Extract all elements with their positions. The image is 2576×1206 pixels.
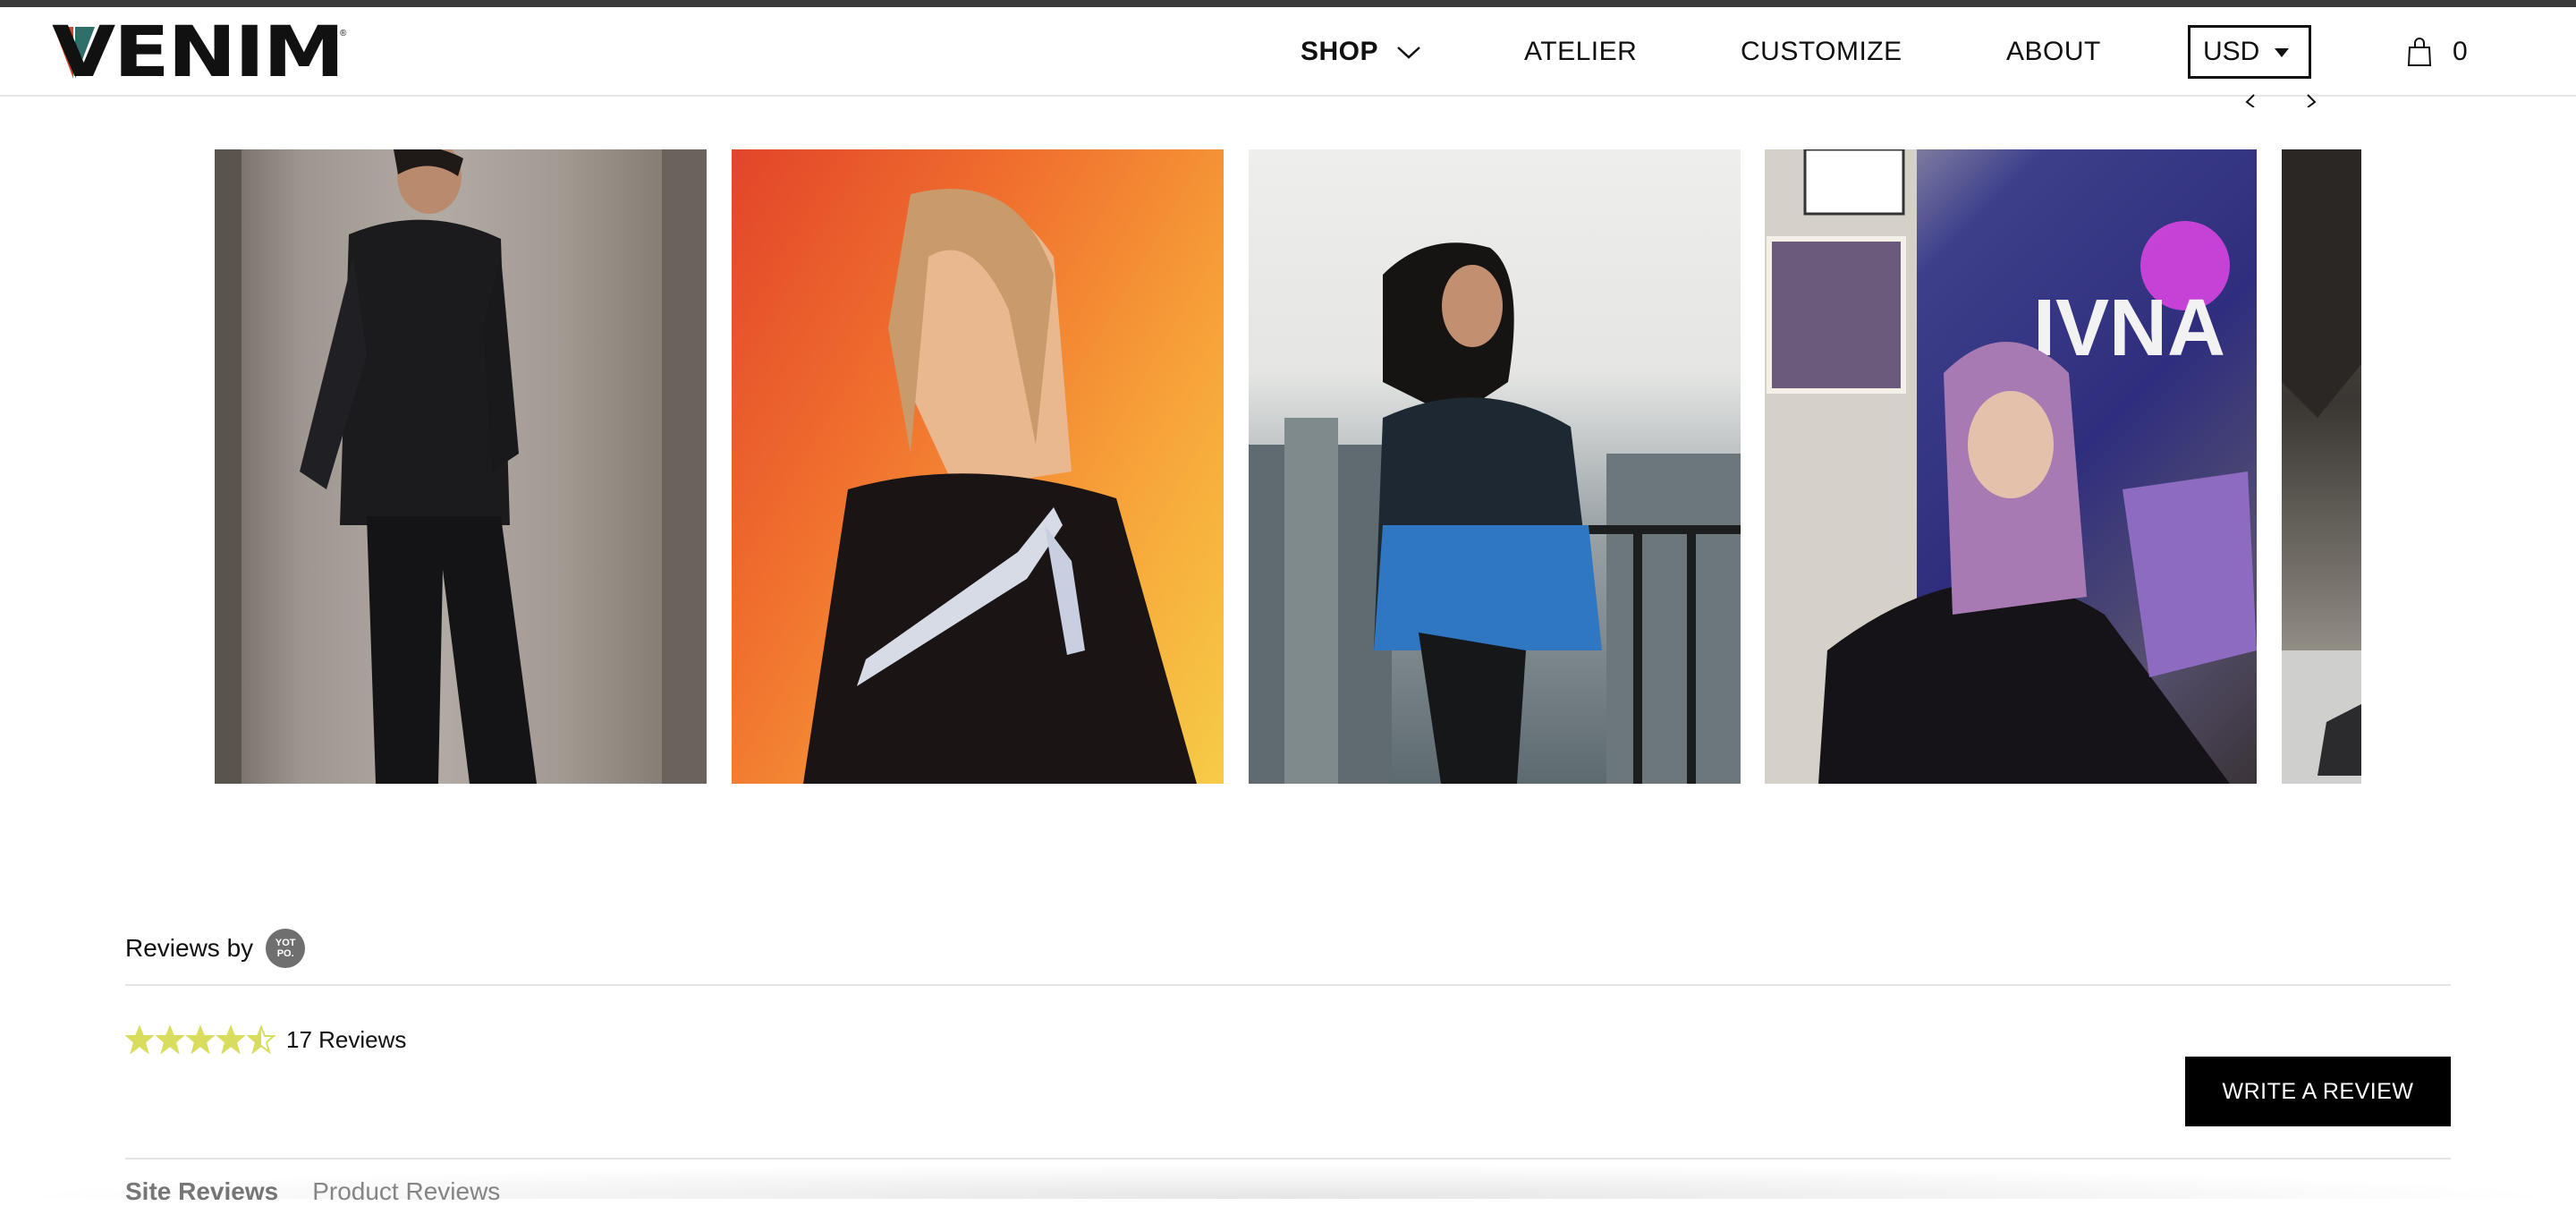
cart-button[interactable]: 0 bbox=[2406, 32, 2468, 72]
rating-summary[interactable]: 17 Reviews bbox=[125, 1023, 406, 1056]
star-icon bbox=[125, 1025, 154, 1054]
carousel-next-icon bbox=[2307, 94, 2317, 107]
nav-shop-label: SHOP bbox=[1301, 37, 1378, 66]
photo-figure bbox=[215, 149, 707, 784]
star-icon bbox=[156, 1025, 184, 1054]
gallery-photo-4[interactable]: IVNA bbox=[1765, 149, 2257, 784]
photo-figure bbox=[803, 189, 1197, 784]
reviews-by-label: Reviews by bbox=[125, 934, 254, 962]
poster-lettering: IVNA bbox=[2033, 284, 2225, 373]
site-header: VENIM ® SHOP ATELIER CUSTOMIZE ABOUT USD… bbox=[0, 7, 2576, 97]
shopping-bag-icon bbox=[2407, 38, 2432, 66]
cart-count: 0 bbox=[2453, 37, 2468, 66]
currency-value: USD bbox=[2203, 37, 2260, 66]
nav-atelier[interactable]: ATELIER bbox=[1524, 34, 1637, 70]
nav-shop[interactable]: SHOP bbox=[1301, 34, 1421, 70]
divider bbox=[125, 984, 2451, 986]
chevron-down-icon bbox=[1397, 47, 1421, 59]
photo-figure bbox=[1249, 242, 1741, 784]
photo-figure bbox=[2282, 149, 2361, 784]
caret-down-icon bbox=[2275, 48, 2289, 57]
tab-product-reviews[interactable]: Product Reviews bbox=[312, 1177, 500, 1206]
star-icon bbox=[216, 1025, 245, 1054]
window-top-border bbox=[0, 0, 2576, 7]
write-review-button[interactable]: WRITE A REVIEW bbox=[2185, 1057, 2451, 1126]
star-rating bbox=[125, 1025, 277, 1054]
gallery-photo-5[interactable] bbox=[2282, 149, 2361, 784]
star-icon bbox=[247, 1025, 275, 1054]
gallery-photo-1[interactable] bbox=[215, 149, 707, 784]
reviews-by-heading: Reviews by YOT PO. bbox=[125, 929, 306, 968]
gallery-photo-3[interactable] bbox=[1249, 149, 1741, 784]
star-icon bbox=[186, 1025, 215, 1054]
gallery-photo-2[interactable] bbox=[732, 149, 1224, 784]
review-count: 17 Reviews bbox=[286, 1025, 407, 1053]
currency-select[interactable]: USD bbox=[2188, 25, 2311, 79]
carousel-arrows bbox=[2245, 94, 2317, 107]
carousel-prev-icon bbox=[2245, 94, 2255, 107]
review-tabs: Site Reviews Product Reviews bbox=[125, 1177, 500, 1206]
yotpo-logo-text: YOT PO. bbox=[275, 938, 296, 959]
photo-figure: IVNA bbox=[1765, 149, 2257, 784]
tab-site-reviews[interactable]: Site Reviews bbox=[125, 1177, 278, 1206]
divider bbox=[125, 1158, 2451, 1159]
nav-about[interactable]: ABOUT bbox=[2006, 34, 2101, 70]
yotpo-logo-icon[interactable]: YOT PO. bbox=[266, 929, 306, 968]
nav-customize[interactable]: CUSTOMIZE bbox=[1741, 34, 1902, 70]
